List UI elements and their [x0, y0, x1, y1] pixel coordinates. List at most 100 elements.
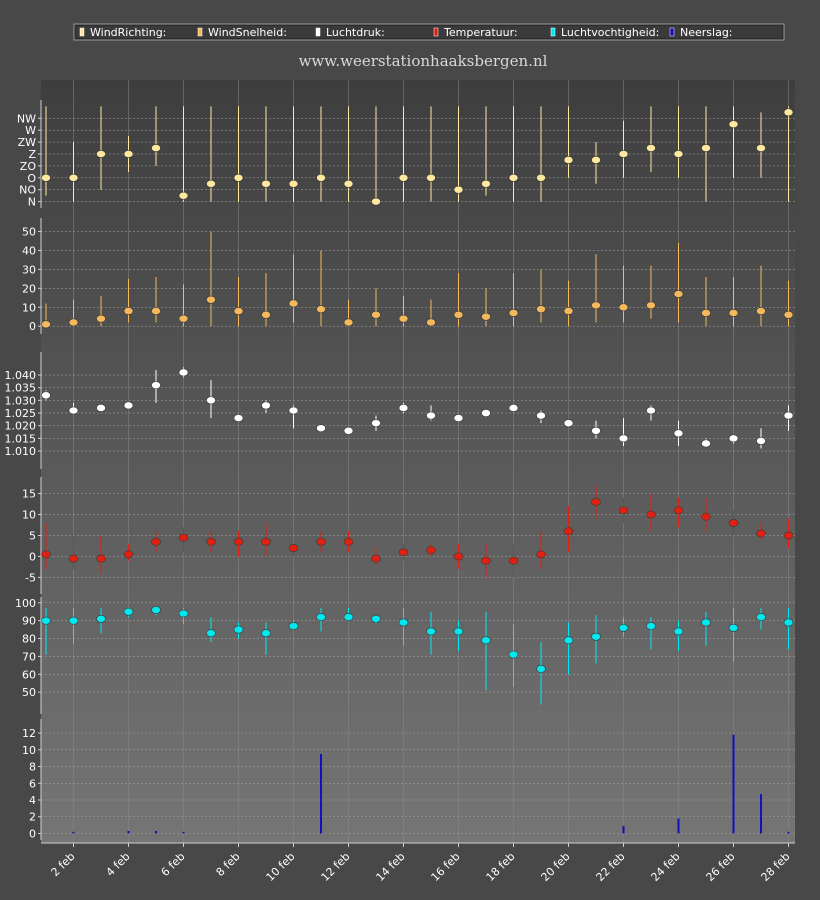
luchtdruk-point — [783, 411, 794, 420]
windsnelheid-point — [783, 310, 794, 319]
windsnelheid-point — [453, 310, 464, 319]
luchtvochtigheid-point — [646, 622, 656, 630]
luchtdruk-point — [673, 429, 684, 438]
luchtvochtigheid-point — [343, 613, 354, 621]
luchtvochtigheid-point — [206, 629, 216, 638]
luchtdruk-point — [508, 404, 519, 412]
luchtvochtigheid-point — [68, 616, 79, 625]
luchtdruk-point — [151, 381, 161, 390]
legend-box-inner — [76, 26, 782, 38]
luchtdruk-point — [563, 419, 574, 428]
luchtdruk-point — [756, 437, 766, 445]
y-tick-label: 1.040 — [5, 369, 37, 382]
windrichting-point — [41, 173, 51, 182]
y-tick-label: 70 — [22, 650, 36, 663]
y-tick-label: 12 — [22, 727, 36, 740]
windsnelheid-point — [673, 290, 684, 298]
temperatuur-point — [343, 537, 354, 546]
neerslag-bar — [320, 753, 322, 834]
legend-swatch — [550, 27, 556, 37]
windrichting-point — [426, 173, 436, 182]
windsnelheid-point — [728, 309, 739, 317]
temperatuur-point — [673, 506, 684, 515]
windsnelheid-point — [206, 295, 216, 304]
legend-swatch — [669, 27, 675, 37]
y-tick-label: 50 — [22, 686, 36, 699]
windrichting-point — [701, 144, 711, 152]
luchtvochtigheid-point — [426, 627, 436, 636]
y-tick-label: 100 — [15, 597, 36, 610]
windsnelheid-point — [261, 310, 271, 319]
windsnelheid-point — [151, 307, 161, 315]
windsnelheid-point — [591, 301, 601, 310]
temperatuur-point — [371, 554, 381, 563]
windsnelheid-point — [398, 314, 409, 323]
luchtvochtigheid-point — [701, 618, 711, 627]
neerslag-bar — [182, 831, 185, 834]
y-tick-label: 15 — [22, 488, 36, 501]
luchtdruk-point — [41, 391, 51, 400]
y-tick-label: 0 — [29, 550, 36, 563]
y-tick-label: NW — [17, 112, 36, 125]
windsnelheid-point — [756, 307, 766, 315]
windrichting-point — [481, 179, 491, 188]
luchtvochtigheid-point — [756, 613, 766, 621]
temperatuur-point — [481, 556, 491, 565]
luchtvochtigheid-point — [618, 623, 629, 632]
windrichting-point — [398, 173, 409, 182]
y-tick-label: 50 — [22, 225, 36, 238]
y-tick-label: 4 — [29, 794, 36, 807]
luchtdruk-point — [68, 406, 79, 415]
y-tick-label: N — [28, 196, 36, 209]
y-tick-label: 1.025 — [5, 407, 37, 420]
neerslag-bar — [622, 825, 625, 834]
windrichting-point — [673, 150, 684, 158]
windrichting-point — [316, 173, 326, 182]
windrichting-point — [206, 179, 216, 188]
y-tick-label: 20 — [22, 282, 36, 295]
windsnelheid-point — [701, 309, 711, 317]
windrichting-point — [536, 173, 546, 182]
luchtdruk-point — [233, 414, 244, 423]
windrichting-point — [508, 173, 519, 182]
luchtdruk-point — [316, 424, 326, 433]
luchtdruk-point — [178, 368, 189, 377]
y-tick-label: 2 — [29, 811, 36, 824]
temperatuur-point — [618, 506, 629, 515]
temperatuur-point — [288, 544, 299, 552]
legend-label: Luchtdruk: — [326, 26, 385, 39]
windrichting-point — [151, 144, 161, 152]
temperatuur-point — [316, 537, 326, 546]
luchtdruk-point — [288, 406, 299, 415]
y-tick-label: NO — [19, 184, 36, 197]
windsnelheid-point — [563, 307, 574, 315]
y-tick-label: 1.020 — [5, 420, 37, 433]
neerslag-bar — [760, 794, 762, 834]
temperatuur-point — [756, 529, 766, 538]
luchtvochtigheid-point — [481, 636, 491, 645]
y-tick-label: 0 — [29, 320, 36, 333]
windrichting-point — [178, 191, 189, 200]
luchtvochtigheid-point — [41, 616, 51, 625]
temperatuur-point — [123, 550, 134, 559]
luchtdruk-point — [481, 409, 491, 417]
windsnelheid-point — [343, 318, 354, 327]
y-tick-label: -5 — [25, 571, 36, 584]
neerslag-bar — [787, 831, 790, 834]
luchtdruk-point — [591, 426, 601, 435]
windsnelheid-point — [536, 305, 546, 314]
luchtdruk-point — [343, 426, 354, 435]
luchtvochtigheid-point — [371, 614, 381, 623]
windsnelheid-point — [316, 305, 326, 314]
luchtvochtigheid-point — [316, 613, 326, 621]
y-tick-label: 40 — [22, 244, 36, 257]
luchtdruk-point — [398, 404, 409, 412]
temperatuur-point — [591, 498, 601, 506]
windsnelheid-point — [371, 310, 381, 319]
windrichting-point — [371, 197, 381, 206]
temperatuur-point — [453, 552, 464, 561]
luchtvochtigheid-point — [288, 622, 299, 630]
y-tick-label: 10 — [22, 744, 36, 757]
y-tick-label: ZO — [20, 160, 37, 173]
y-tick-label: 8 — [29, 761, 36, 774]
